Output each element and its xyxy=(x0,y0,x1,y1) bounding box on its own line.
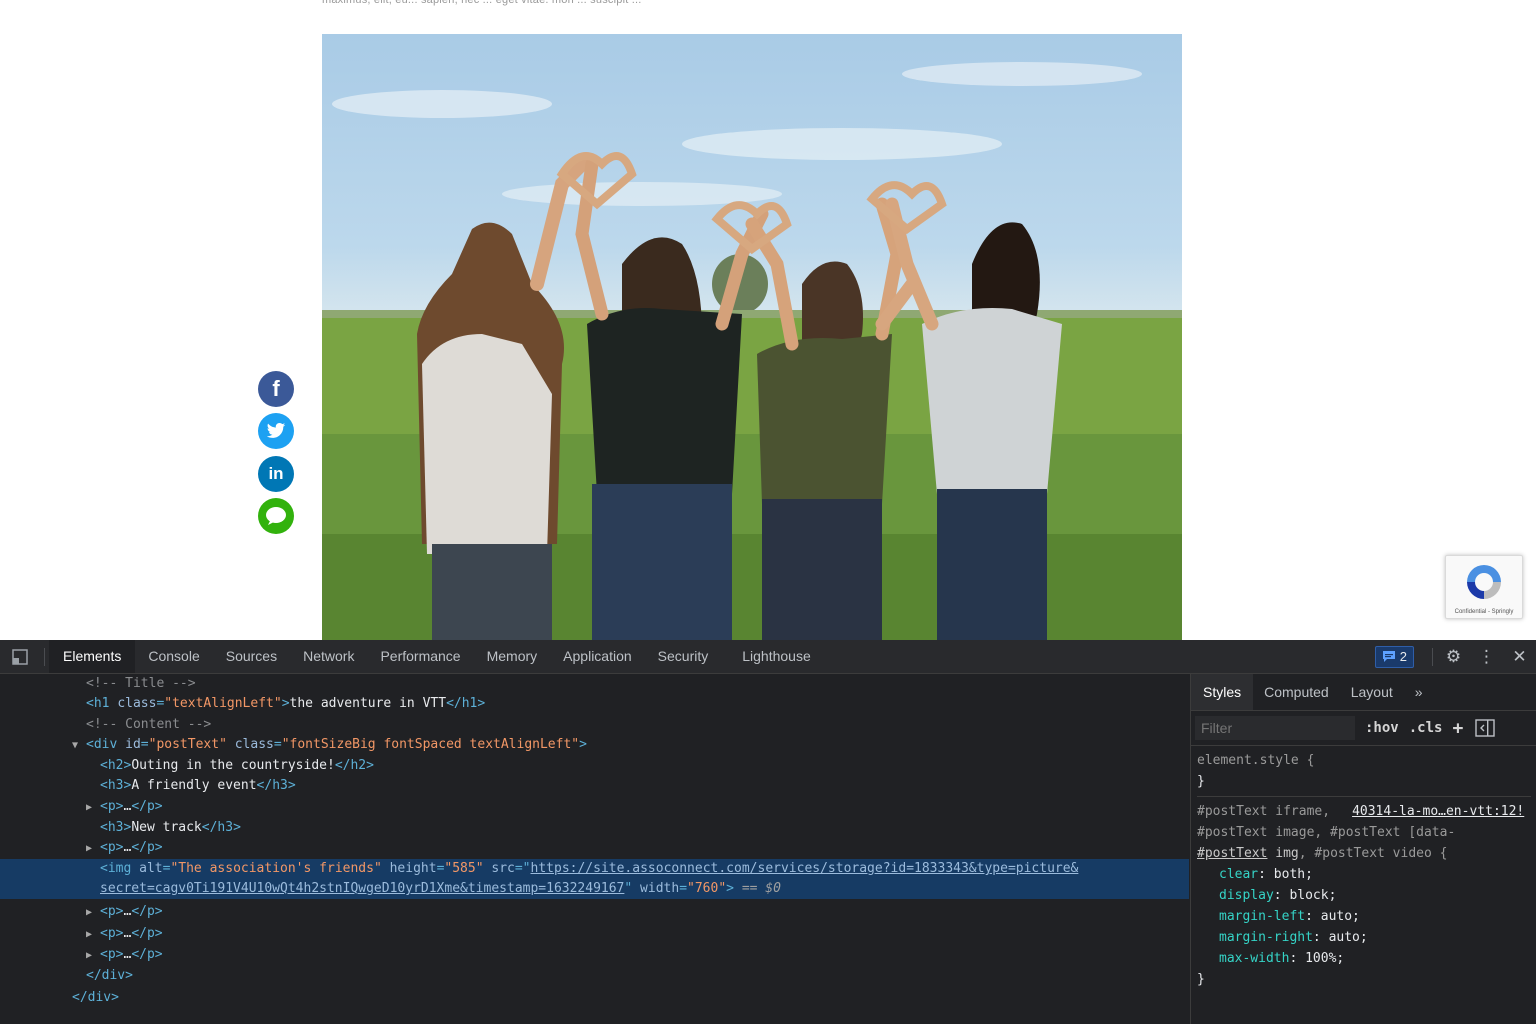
device-toggle-icon[interactable] xyxy=(0,640,40,673)
css-rule-selector[interactable]: element.style { xyxy=(1197,750,1531,771)
issues-badge[interactable]: 2 xyxy=(1374,645,1414,668)
dom-node-selected[interactable]: <img alt="The association's friends" hei… xyxy=(0,859,1189,879)
tab-performance[interactable]: Performance xyxy=(367,640,473,673)
img-src-link[interactable]: secret=cagv0Ti191V4U10wQt4h2stnIQwgeD10y… xyxy=(100,881,624,896)
styles-filter-input[interactable] xyxy=(1195,716,1355,740)
article-photo xyxy=(322,34,1182,640)
collapse-triangle-icon[interactable]: ▶ xyxy=(86,839,100,859)
styles-pane: Styles Computed Layout » :hov .cls + ele… xyxy=(1190,674,1536,1024)
css-declaration[interactable]: max-width: 100%; xyxy=(1197,948,1531,969)
css-rule-close: } xyxy=(1197,972,1205,987)
css-rule-selector[interactable]: #postText image, #postText [data- xyxy=(1197,822,1531,843)
css-declaration[interactable]: margin-left: auto; xyxy=(1197,906,1531,927)
toolbar-divider xyxy=(44,647,45,666)
more-options-icon[interactable]: ⋮ xyxy=(1470,640,1503,673)
settings-gear-icon[interactable]: ⚙ xyxy=(1437,640,1470,673)
css-declaration[interactable]: clear: both; xyxy=(1197,864,1531,885)
tab-console[interactable]: Console xyxy=(135,640,212,673)
chat-bubble-icon xyxy=(266,507,286,525)
dom-node[interactable]: ▶ <p>…</p> xyxy=(0,902,1189,922)
tab-styles[interactable]: Styles xyxy=(1191,674,1254,710)
toggle-sidebar-icon[interactable] xyxy=(1475,719,1495,737)
dom-node[interactable]: </div> xyxy=(0,988,1189,1008)
css-declaration[interactable]: display: block; xyxy=(1197,885,1531,906)
css-rules[interactable]: element.style { } #postText iframe, 40314… xyxy=(1191,750,1536,990)
more-tabs-chevron-icon[interactable]: » xyxy=(1404,674,1434,710)
dom-node[interactable]: </div> xyxy=(0,966,1189,986)
dom-node[interactable]: <h3>A friendly event</h3> xyxy=(0,776,1189,796)
issues-count: 2 xyxy=(1399,649,1407,664)
dom-node-selected-continued[interactable]: secret=cagv0Ti191V4U10wQt4h2stnIQwgeD10y… xyxy=(0,879,1189,899)
toolbar-divider xyxy=(1432,647,1433,666)
styles-filter-bar: :hov .cls + xyxy=(1191,711,1536,746)
twitter-share-button[interactable] xyxy=(258,413,294,449)
facebook-icon: f xyxy=(272,376,280,401)
hover-state-button[interactable]: :hov xyxy=(1365,720,1399,736)
styles-subtabs: Styles Computed Layout » xyxy=(1191,674,1536,711)
message-share-button[interactable] xyxy=(258,498,294,534)
tab-sources[interactable]: Sources xyxy=(213,640,290,673)
tab-layout[interactable]: Layout xyxy=(1340,674,1404,710)
class-toggle-button[interactable]: .cls xyxy=(1409,720,1443,736)
dom-node[interactable]: ▶ <p>…</p> xyxy=(0,838,1189,858)
rule-source-link[interactable]: 40314-la-mo…en-vtt:12! xyxy=(1352,804,1524,819)
elements-dom-tree[interactable]: <!-- Title --> <h1 class="textAlignLeft"… xyxy=(0,674,1189,1024)
toolbar-right: 2 ⚙ ⋮ ✕ xyxy=(1374,640,1536,673)
article-paragraph-fragment: maximus, elit, eu... sapien, nec ... ege… xyxy=(322,0,642,6)
devtools-toolbar: Elements Console Sources Network Perform… xyxy=(0,640,1536,674)
css-rule-selector[interactable]: #postText iframe, 40314-la-mo…en-vtt:12! xyxy=(1197,801,1531,822)
collapse-triangle-icon[interactable]: ▶ xyxy=(86,903,100,923)
facebook-share-button[interactable]: f xyxy=(258,371,294,407)
dom-node[interactable]: ▶ <p>…</p> xyxy=(0,945,1189,965)
web-page: maximus, elit, eu... sapien, nec ... ege… xyxy=(0,0,1536,640)
recaptcha-badge[interactable]: Confidential - Springly xyxy=(1445,555,1523,619)
collapse-triangle-icon[interactable]: ▶ xyxy=(86,925,100,945)
issues-icon xyxy=(1382,651,1395,662)
dom-node[interactable]: <!-- Title --> xyxy=(0,674,1189,694)
tab-computed[interactable]: Computed xyxy=(1253,674,1340,710)
close-devtools-icon[interactable]: ✕ xyxy=(1503,640,1536,673)
tab-memory[interactable]: Memory xyxy=(474,640,551,673)
img-src-link[interactable]: https://site.assoconnect.com/services/st… xyxy=(531,861,1079,876)
photo-illustration xyxy=(322,62,1182,640)
recaptcha-footer: Confidential - Springly xyxy=(1454,609,1514,615)
dom-node[interactable]: <!-- Content --> xyxy=(0,715,1189,735)
dom-node[interactable]: <h2>Outing in the countryside!</h2> xyxy=(0,756,1189,776)
new-rule-plus-icon[interactable]: + xyxy=(1452,718,1463,739)
css-rule-selector[interactable]: #postText img, #postText video { xyxy=(1197,843,1531,864)
twitter-bird-icon xyxy=(266,423,286,438)
tab-elements[interactable]: Elements xyxy=(49,640,136,673)
rule-divider xyxy=(1197,796,1531,797)
tab-application[interactable]: Application xyxy=(550,640,645,673)
dom-node[interactable]: <h3>New track</h3> xyxy=(0,818,1189,838)
tab-security[interactable]: Security xyxy=(645,640,722,673)
linkedin-share-button[interactable]: in xyxy=(258,456,294,492)
dom-node[interactable]: <h1 class="textAlignLeft">the adventure … xyxy=(0,694,1189,714)
tab-network[interactable]: Network xyxy=(290,640,367,673)
recaptcha-icon xyxy=(1467,565,1501,599)
expand-triangle-icon[interactable]: ▼ xyxy=(72,736,86,756)
collapse-triangle-icon[interactable]: ▶ xyxy=(86,946,100,966)
css-declaration[interactable]: margin-right: auto; xyxy=(1197,927,1531,948)
collapse-triangle-icon[interactable]: ▶ xyxy=(86,798,100,818)
dom-node[interactable]: ▶ <p>…</p> xyxy=(0,797,1189,817)
linkedin-icon: in xyxy=(268,464,284,483)
css-rule-close: } xyxy=(1197,774,1205,789)
tab-lighthouse[interactable]: Lighthouse xyxy=(729,640,824,673)
devtools-panel: Elements Console Sources Network Perform… xyxy=(0,640,1536,1024)
dom-node[interactable]: ▼ <div id="postText" class="fontSizeBig f… xyxy=(0,735,1189,755)
dom-node[interactable]: ▶ <p>…</p> xyxy=(0,924,1189,944)
